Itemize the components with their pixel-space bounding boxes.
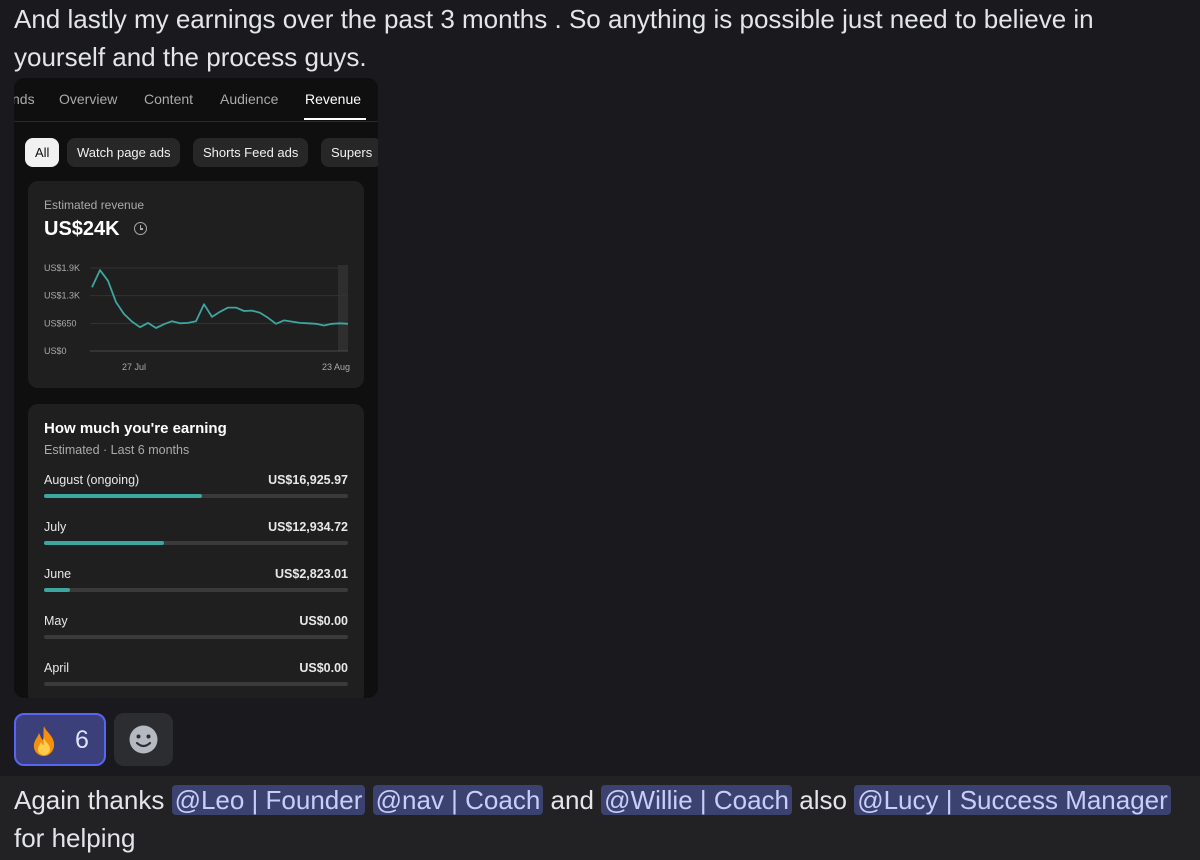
chip-watch-page-ads[interactable]: Watch page ads — [67, 138, 181, 167]
mention-lucy[interactable]: @Lucy | Success Manager — [854, 785, 1171, 815]
row-month: April — [44, 661, 70, 675]
message-text: Again thanks — [14, 785, 165, 815]
tab-audience[interactable]: Audience — [220, 91, 278, 107]
row-amount: US$0.00 — [299, 661, 348, 675]
estimated-revenue-card[interactable]: Estimated revenue US$24K US$1.9K US$1.3K U… — [28, 181, 364, 388]
y-tick-label: US$650 — [44, 318, 77, 328]
message-text: for helping — [14, 823, 136, 853]
earnings-card[interactable]: How much you're earning Estimated · Last… — [28, 404, 364, 698]
mention-leo[interactable]: @Leo | Founder — [171, 785, 366, 815]
tab-overview[interactable]: Overview — [59, 91, 117, 107]
tab-content[interactable]: Content — [144, 91, 193, 107]
earnings-row: June US$2,823.01 — [44, 567, 348, 597]
row-amount: US$0.00 — [299, 614, 348, 628]
earnings-subtitle: Estimated · Last 6 months — [44, 443, 190, 457]
tab-trends[interactable]: nds — [14, 91, 35, 107]
row-progress-track — [44, 682, 348, 686]
row-amount: US$16,925.97 — [268, 473, 348, 487]
reaction-count: 6 — [75, 726, 89, 754]
smiley-icon — [129, 725, 158, 754]
x-tick-label: 27 Jul — [122, 362, 146, 372]
message-text-top: And lastly my earnings over the past 3 m… — [14, 4, 1094, 72]
earnings-row: April US$0.00 — [44, 661, 348, 691]
row-progress-fill — [44, 541, 165, 545]
row-month: July — [44, 520, 67, 534]
chip-supers[interactable]: Supers — [321, 138, 378, 167]
tab-revenue[interactable]: Revenue — [305, 91, 361, 107]
row-progress-track — [44, 635, 348, 639]
row-amount: US$2,823.01 — [275, 567, 348, 581]
row-month: August (ongoing) — [44, 473, 140, 487]
add-reaction-button[interactable] — [114, 713, 173, 766]
mention-willie[interactable]: @Willie | Coach — [601, 785, 793, 815]
earnings-row: July US$12,934.72 — [44, 520, 348, 550]
fire-reaction-button[interactable]: 6 — [14, 713, 106, 766]
row-month: May — [44, 614, 68, 628]
x-tick-label: 23 Aug — [322, 362, 350, 372]
y-tick-label: US$1.9K — [44, 263, 80, 273]
row-amount: US$12,934.72 — [268, 520, 348, 534]
row-progress-fill — [44, 588, 70, 592]
message-text: also — [799, 785, 847, 815]
earnings-title: How much you're earning — [44, 420, 227, 437]
message-bottom: Again thanks @Leo | Founder @nav | Coach… — [0, 776, 1200, 860]
y-tick-label: US$0 — [44, 346, 67, 356]
series-line — [91, 269, 349, 329]
earnings-row: May US$0.00 — [44, 614, 348, 644]
row-month: June — [44, 567, 72, 581]
row-progress-track — [44, 494, 348, 498]
analytics-screenshot[interactable]: nds Overview Content Audience Revenue Al… — [14, 78, 378, 698]
message-text-bottom: Again thanks @Leo | Founder @nav | Coach… — [14, 781, 1194, 857]
active-tab-indicator — [304, 118, 366, 120]
fire-icon — [33, 726, 55, 756]
chip-all[interactable]: All — [25, 138, 60, 167]
chip-shorts-feed-ads[interactable]: Shorts Feed ads — [193, 138, 309, 167]
chart-hover-bar — [338, 265, 348, 351]
message-text: and — [550, 785, 594, 815]
tab-bar: nds Overview Content Audience Revenue — [14, 78, 378, 122]
earnings-row: August (ongoing) US$16,925.97 — [44, 473, 348, 503]
row-progress-track — [44, 588, 348, 592]
row-progress-track — [44, 541, 348, 545]
mention-nav[interactable]: @nav | Coach — [372, 785, 544, 815]
revenue-line-chart: US$1.9K US$1.3K US$650 US$0 27 Jul 23 Aug — [44, 263, 350, 372]
row-progress-fill — [44, 494, 203, 498]
y-tick-label: US$1.3K — [44, 291, 80, 301]
